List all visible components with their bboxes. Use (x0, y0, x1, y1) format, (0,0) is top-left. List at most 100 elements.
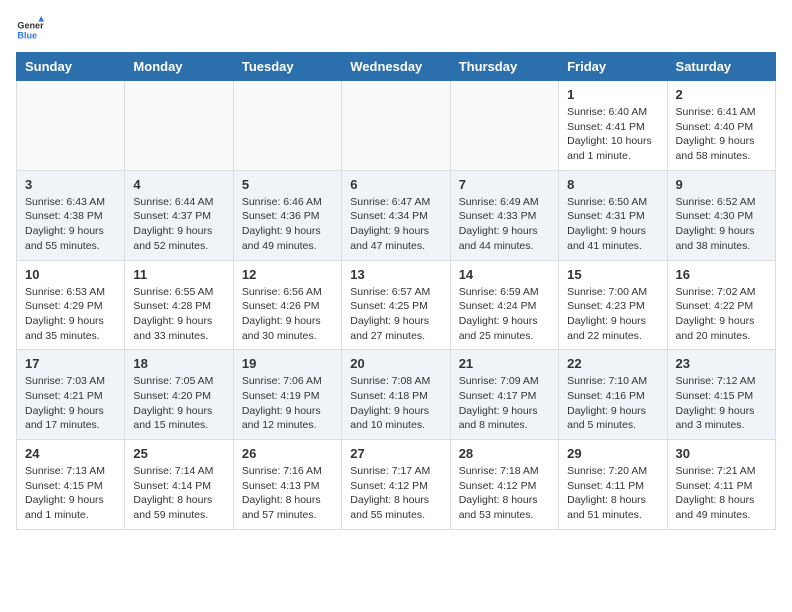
calendar-cell: 1Sunrise: 6:40 AM Sunset: 4:41 PM Daylig… (559, 81, 667, 171)
day-number: 27 (350, 446, 441, 461)
calendar-cell: 2 Sunrise: 6:41 AM Sunset: 4:40 PM Daylig… (667, 81, 775, 171)
day-info: Sunrise: 6:56 AM Sunset: 4:26 PM Dayligh… (242, 285, 333, 344)
weekday-header-monday: Monday (125, 53, 233, 81)
header: General Blue (16, 16, 776, 44)
calendar-cell: 6 Sunrise: 6:47 AM Sunset: 4:34 PM Daylig… (342, 170, 450, 260)
day-number: 7 (459, 177, 550, 192)
calendar-cell: 12 Sunrise: 6:56 AM Sunset: 4:26 PM Dayli… (233, 260, 341, 350)
weekday-header-friday: Friday (559, 53, 667, 81)
day-info: Sunrise: 6:52 AM Sunset: 4:30 PM Dayligh… (676, 195, 767, 254)
calendar-cell: 15Sunrise: 7:00 AM Sunset: 4:23 PM Dayli… (559, 260, 667, 350)
day-info: Sunrise: 6:53 AM Sunset: 4:29 PM Dayligh… (25, 285, 116, 344)
calendar-cell: 3 Sunrise: 6:43 AM Sunset: 4:38 PM Daylig… (17, 170, 125, 260)
day-info: Sunrise: 6:41 AM Sunset: 4:40 PM Dayligh… (676, 105, 767, 164)
weekday-header-sunday: Sunday (17, 53, 125, 81)
calendar-cell: 28Sunrise: 7:18 AM Sunset: 4:12 PM Dayli… (450, 440, 558, 530)
weekday-header-tuesday: Tuesday (233, 53, 341, 81)
day-info: Sunrise: 7:05 AM Sunset: 4:20 PM Dayligh… (133, 374, 224, 433)
day-info: Sunrise: 7:02 AM Sunset: 4:22 PM Dayligh… (676, 285, 767, 344)
day-number: 24 (25, 446, 116, 461)
day-info: Sunrise: 7:13 AM Sunset: 4:15 PM Dayligh… (25, 464, 116, 523)
day-info: Sunrise: 7:21 AM Sunset: 4:11 PM Dayligh… (676, 464, 767, 523)
calendar-cell: 26 Sunrise: 7:16 AM Sunset: 4:13 PM Dayli… (233, 440, 341, 530)
day-number: 20 (350, 356, 441, 371)
day-number: 19 (242, 356, 333, 371)
calendar-cell: 25 Sunrise: 7:14 AM Sunset: 4:14 PM Dayli… (125, 440, 233, 530)
day-number: 17 (25, 356, 116, 371)
day-info: Sunrise: 6:59 AM Sunset: 4:24 PM Dayligh… (459, 285, 550, 344)
day-number: 8 (567, 177, 658, 192)
calendar-cell: 13 Sunrise: 6:57 AM Sunset: 4:25 PM Dayli… (342, 260, 450, 350)
day-number: 21 (459, 356, 550, 371)
calendar-cell: 8 Sunrise: 6:50 AM Sunset: 4:31 PM Daylig… (559, 170, 667, 260)
day-info: Sunrise: 7:17 AM Sunset: 4:12 PM Dayligh… (350, 464, 441, 523)
day-number: 4 (133, 177, 224, 192)
day-info: Sunrise: 6:47 AM Sunset: 4:34 PM Dayligh… (350, 195, 441, 254)
day-number: 25 (133, 446, 224, 461)
weekday-header-saturday: Saturday (667, 53, 775, 81)
day-info: Sunrise: 7:03 AM Sunset: 4:21 PM Dayligh… (25, 374, 116, 433)
logo-icon: General Blue (16, 16, 44, 44)
day-info: Sunrise: 7:10 AM Sunset: 4:16 PM Dayligh… (567, 374, 658, 433)
calendar-cell (450, 81, 558, 171)
day-info: Sunrise: 6:50 AM Sunset: 4:31 PM Dayligh… (567, 195, 658, 254)
day-info: Sunrise: 7:18 AM Sunset: 4:12 PM Dayligh… (459, 464, 550, 523)
day-number: 3 (25, 177, 116, 192)
day-info: Sunrise: 7:09 AM Sunset: 4:17 PM Dayligh… (459, 374, 550, 433)
calendar-cell: 18 Sunrise: 7:05 AM Sunset: 4:20 PM Dayli… (125, 350, 233, 440)
calendar-cell: 22Sunrise: 7:10 AM Sunset: 4:16 PM Dayli… (559, 350, 667, 440)
svg-text:Blue: Blue (17, 30, 37, 40)
calendar-body: 1Sunrise: 6:40 AM Sunset: 4:41 PM Daylig… (17, 81, 776, 530)
calendar-week-row: 17 Sunrise: 7:03 AM Sunset: 4:21 PM Dayli… (17, 350, 776, 440)
calendar-cell: 21 Sunrise: 7:09 AM Sunset: 4:17 PM Dayli… (450, 350, 558, 440)
day-number: 16 (676, 267, 767, 282)
day-number: 26 (242, 446, 333, 461)
day-info: Sunrise: 7:20 AM Sunset: 4:11 PM Dayligh… (567, 464, 658, 523)
calendar-week-row: 3 Sunrise: 6:43 AM Sunset: 4:38 PM Daylig… (17, 170, 776, 260)
calendar-cell: 11 Sunrise: 6:55 AM Sunset: 4:28 PM Dayli… (125, 260, 233, 350)
calendar-cell: 9 Sunrise: 6:52 AM Sunset: 4:30 PM Daylig… (667, 170, 775, 260)
day-number: 1 (567, 87, 658, 102)
day-number: 6 (350, 177, 441, 192)
logo: General Blue (16, 16, 48, 44)
day-number: 15 (567, 267, 658, 282)
day-number: 29 (567, 446, 658, 461)
day-info: Sunrise: 6:57 AM Sunset: 4:25 PM Dayligh… (350, 285, 441, 344)
calendar-week-row: 10 Sunrise: 6:53 AM Sunset: 4:29 PM Dayli… (17, 260, 776, 350)
weekday-header-wednesday: Wednesday (342, 53, 450, 81)
weekday-header-thursday: Thursday (450, 53, 558, 81)
day-info: Sunrise: 6:44 AM Sunset: 4:37 PM Dayligh… (133, 195, 224, 254)
day-number: 2 (676, 87, 767, 102)
day-number: 10 (25, 267, 116, 282)
day-number: 13 (350, 267, 441, 282)
day-number: 9 (676, 177, 767, 192)
day-info: Sunrise: 7:16 AM Sunset: 4:13 PM Dayligh… (242, 464, 333, 523)
day-info: Sunrise: 7:12 AM Sunset: 4:15 PM Dayligh… (676, 374, 767, 433)
day-info: Sunrise: 6:55 AM Sunset: 4:28 PM Dayligh… (133, 285, 224, 344)
day-number: 18 (133, 356, 224, 371)
calendar-cell: 29 Sunrise: 7:20 AM Sunset: 4:11 PM Dayli… (559, 440, 667, 530)
calendar-cell: 27 Sunrise: 7:17 AM Sunset: 4:12 PM Dayli… (342, 440, 450, 530)
day-number: 30 (676, 446, 767, 461)
calendar-cell: 23Sunrise: 7:12 AM Sunset: 4:15 PM Dayli… (667, 350, 775, 440)
calendar-cell: 24 Sunrise: 7:13 AM Sunset: 4:15 PM Dayli… (17, 440, 125, 530)
calendar-cell (233, 81, 341, 171)
calendar-cell: 14 Sunrise: 6:59 AM Sunset: 4:24 PM Dayli… (450, 260, 558, 350)
day-number: 11 (133, 267, 224, 282)
day-info: Sunrise: 6:49 AM Sunset: 4:33 PM Dayligh… (459, 195, 550, 254)
calendar-cell (125, 81, 233, 171)
day-number: 12 (242, 267, 333, 282)
calendar-cell: 20Sunrise: 7:08 AM Sunset: 4:18 PM Dayli… (342, 350, 450, 440)
weekday-header-row: SundayMondayTuesdayWednesdayThursdayFrid… (17, 53, 776, 81)
calendar-cell: 5Sunrise: 6:46 AM Sunset: 4:36 PM Daylig… (233, 170, 341, 260)
calendar-cell: 10 Sunrise: 6:53 AM Sunset: 4:29 PM Dayli… (17, 260, 125, 350)
calendar-table: SundayMondayTuesdayWednesdayThursdayFrid… (16, 52, 776, 530)
calendar-cell (17, 81, 125, 171)
day-info: Sunrise: 7:06 AM Sunset: 4:19 PM Dayligh… (242, 374, 333, 433)
svg-text:General: General (17, 21, 44, 31)
day-info: Sunrise: 7:14 AM Sunset: 4:14 PM Dayligh… (133, 464, 224, 523)
calendar-cell: 16 Sunrise: 7:02 AM Sunset: 4:22 PM Dayli… (667, 260, 775, 350)
day-info: Sunrise: 6:43 AM Sunset: 4:38 PM Dayligh… (25, 195, 116, 254)
day-number: 14 (459, 267, 550, 282)
calendar-cell: 30 Sunrise: 7:21 AM Sunset: 4:11 PM Dayli… (667, 440, 775, 530)
